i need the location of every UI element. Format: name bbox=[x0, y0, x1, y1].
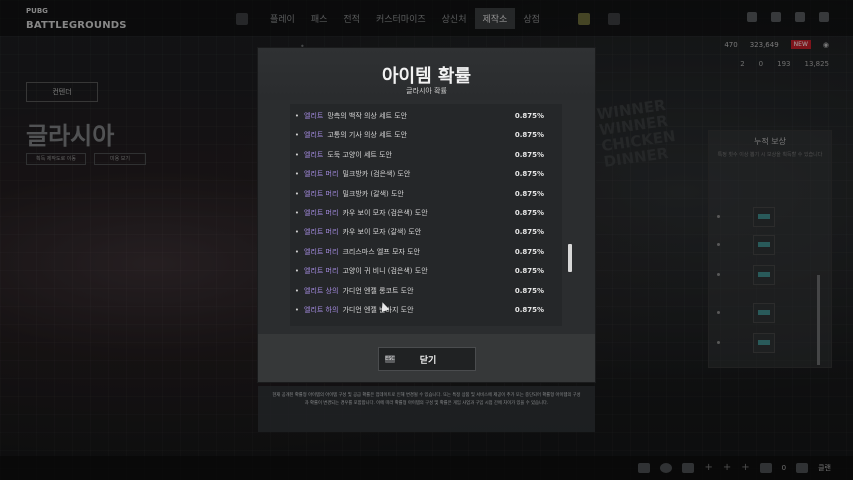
item-probability: 0.875% bbox=[514, 305, 544, 314]
item-name: 고통의 기사 의상 세트 도안 bbox=[327, 130, 408, 139]
bullet-icon: • bbox=[294, 189, 300, 198]
item-probability: 0.875% bbox=[514, 150, 544, 159]
probability-notice: 현재 공개된 확률형 아이템의 아이템 구성 및 공급 확률은 업데이트로 인해… bbox=[258, 386, 595, 432]
item-name: 카우 보이 모자 (검은색) 도안 bbox=[342, 208, 428, 217]
list-item: • 엘리트 머리 카우 보이 모자 (검은색) 도안 0.875% bbox=[290, 203, 550, 222]
bullet-icon: • bbox=[294, 150, 300, 159]
item-name: 망측의 백작 의상 세트 도안 bbox=[327, 111, 408, 120]
item-probability: 0.875% bbox=[514, 266, 544, 275]
modal-subtitle: 글라시아 확률 bbox=[406, 87, 447, 95]
list-item: • 엘리트 상의 가디언 엔젤 롱코트 도안 0.875% bbox=[290, 281, 550, 300]
close-button[interactable]: ESC 닫기 bbox=[378, 347, 476, 371]
item-probability: 0.875% bbox=[514, 130, 544, 139]
probability-list[interactable]: • 엘리트 망측의 백작 의상 세트 도안 0.875% • 엘리트 고통의 기… bbox=[290, 104, 562, 326]
list-item: • 엘리트 도둑 고양이 세트 도안 0.875% bbox=[290, 145, 550, 164]
item-grade: 엘리트 머리 bbox=[304, 227, 339, 236]
notice-text: 현재 공개된 확률형 아이템의 아이템 구성 및 공급 확률은 업데이트로 인해… bbox=[272, 393, 581, 406]
item-name: 고양이 귀 비니 (검은색) 도안 bbox=[342, 266, 428, 275]
list-item: • 엘리트 머리 고양이 귀 비니 (검은색) 도안 0.875% bbox=[290, 261, 550, 280]
bullet-icon: • bbox=[294, 286, 300, 295]
item-name: 크리스마스 엘프 모자 도안 bbox=[342, 247, 420, 256]
item-probability: 0.875% bbox=[514, 189, 544, 198]
modal-title: 아이템 확률 bbox=[381, 66, 472, 87]
item-probability-modal: 아이템 확률 글라시아 확률 • 엘리트 망측의 백작 의상 세트 도안 0.8… bbox=[258, 48, 595, 382]
item-name: 가디언 엔젤 반바지 도안 bbox=[342, 305, 414, 314]
bullet-icon: • bbox=[294, 111, 300, 120]
item-name: 밀크방카 (갈색) 도안 bbox=[342, 189, 404, 198]
item-probability: 0.875% bbox=[514, 227, 544, 236]
list-scrollbar-thumb[interactable] bbox=[568, 244, 572, 272]
item-grade: 엘리트 머리 bbox=[304, 169, 339, 178]
item-name: 가디언 엔젤 롱코트 도안 bbox=[342, 286, 414, 295]
item-grade: 엘리트 머리 bbox=[304, 208, 339, 217]
list-item: • 엘리트 머리 밀크방카 (검은색) 도안 0.875% bbox=[290, 164, 550, 183]
bullet-icon: • bbox=[294, 266, 300, 275]
bullet-icon: • bbox=[294, 247, 300, 256]
item-probability: 0.875% bbox=[514, 169, 544, 178]
item-grade: 엘리트 bbox=[304, 150, 324, 159]
list-item: • 엘리트 머리 밀크방카 (갈색) 도안 0.875% bbox=[290, 184, 550, 203]
list-item: • 엘리트 머리 크리스마스 엘프 모자 도안 0.875% bbox=[290, 242, 550, 261]
bullet-icon: • bbox=[294, 227, 300, 236]
item-grade: 엘리트 머리 bbox=[304, 247, 339, 256]
item-name: 카우 보이 모자 (갈색) 도안 bbox=[342, 227, 422, 236]
bullet-icon: • bbox=[294, 130, 300, 139]
item-probability: 0.875% bbox=[514, 111, 544, 120]
list-item: • 엘리트 망측의 백작 의상 세트 도안 0.875% bbox=[290, 106, 550, 125]
item-probability: 0.875% bbox=[514, 286, 544, 295]
list-item: • 엘리트 머리 카우 보이 모자 (갈색) 도안 0.875% bbox=[290, 222, 550, 241]
item-probability: 0.875% bbox=[514, 247, 544, 256]
item-grade: 엘리트 bbox=[304, 111, 324, 120]
list-item: • 엘리트 하의 가디언 엔젤 반바지 도안 0.875% bbox=[290, 300, 550, 319]
item-grade: 엘리트 머리 bbox=[304, 189, 339, 198]
close-button-label: 닫기 bbox=[419, 355, 437, 366]
bullet-icon: • bbox=[294, 208, 300, 217]
list-item: • 엘리트 고통의 기사 의상 세트 도안 0.875% bbox=[290, 125, 550, 144]
item-grade: 엘리트 bbox=[304, 130, 324, 139]
item-grade: 엘리트 상의 bbox=[304, 286, 339, 295]
item-grade: 엘리트 하의 bbox=[304, 305, 339, 314]
list-scrollbar-track[interactable] bbox=[568, 108, 571, 324]
bullet-icon: • bbox=[294, 169, 300, 178]
bullet-icon: • bbox=[294, 305, 300, 314]
esc-key-icon: ESC bbox=[385, 355, 395, 363]
item-name: 밀크방카 (검은색) 도안 bbox=[342, 169, 411, 178]
item-name: 도둑 고양이 세트 도안 bbox=[327, 150, 392, 159]
item-grade: 엘리트 머리 bbox=[304, 266, 339, 275]
item-probability: 0.875% bbox=[514, 208, 544, 217]
